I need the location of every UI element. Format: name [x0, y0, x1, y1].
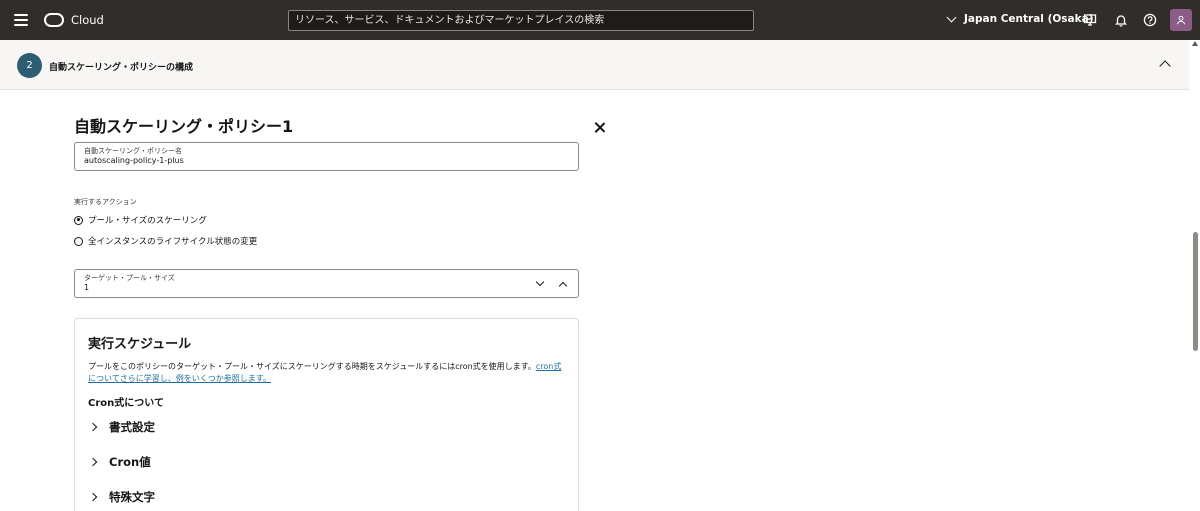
- menu-icon[interactable]: [14, 14, 28, 26]
- step-title: 自動スケーリング・ポリシーの構成: [49, 63, 194, 73]
- developer-tools-icon[interactable]: [1082, 12, 1098, 28]
- chevron-right-icon: [88, 492, 98, 502]
- policy-name-value[interactable]: autoscaling-policy-1-plus: [84, 156, 184, 165]
- target-pool-size-field[interactable]: ターゲット・プール・サイズ 1: [74, 269, 579, 298]
- oracle-logo[interactable]: [44, 13, 64, 27]
- accordion-label: 特殊文字: [109, 490, 155, 504]
- policy-name-label: 自動スケーリング・ポリシー名: [84, 147, 182, 155]
- action-label: 実行するアクション: [74, 198, 137, 206]
- user-icon: [1176, 15, 1186, 25]
- search-input[interactable]: リソース、サービス、ドキュメントおよびマーケットプレイスの検索: [288, 10, 754, 31]
- radio-button[interactable]: [74, 236, 83, 246]
- bell-icon[interactable]: [1113, 12, 1129, 28]
- radio-change-lifecycle-state[interactable]: 全インスタンスのライフサイクル状態の変更: [74, 235, 257, 247]
- region-selector[interactable]: Japan Central (Osaka): [944, 12, 1094, 25]
- scrollbar-thumb[interactable]: [1193, 232, 1198, 351]
- radio-label: 全インスタンスのライフサイクル状態の変更: [88, 237, 258, 247]
- chevron-right-icon: [88, 422, 98, 432]
- top-navigation-bar: Cloud リソース、サービス、ドキュメントおよびマーケットプレイスの検索 Ja…: [0, 0, 1200, 40]
- chevron-down-icon: [946, 12, 957, 23]
- radio-label: プール・サイズのスケーリング: [88, 216, 207, 226]
- chevron-right-icon: [88, 457, 98, 467]
- step-header[interactable]: 2 自動スケーリング・ポリシーの構成: [0, 40, 1189, 90]
- accordion-cron-values[interactable]: Cron値: [88, 454, 151, 470]
- target-pool-size-label: ターゲット・プール・サイズ: [84, 274, 175, 282]
- radio-button-selected[interactable]: [74, 215, 83, 225]
- region-label: Japan Central (Osaka): [964, 13, 1094, 25]
- help-icon[interactable]: [1142, 12, 1158, 28]
- scroll-up-arrow[interactable]: [1192, 41, 1198, 46]
- policy-title: 自動スケーリング・ポリシー1: [74, 117, 294, 136]
- user-avatar[interactable]: [1170, 9, 1192, 31]
- accordion-label: Cron値: [109, 455, 151, 469]
- chevron-up-icon[interactable]: [1159, 60, 1171, 72]
- close-icon[interactable]: [593, 121, 606, 134]
- cron-about-heading: Cron式について: [88, 398, 164, 409]
- schedule-title: 実行スケジュール: [88, 337, 192, 352]
- schedule-description: プールをこのポリシーのターゲット・プール・サイズにスケーリングする時期をスケジュ…: [88, 361, 568, 385]
- accordion-label: 書式設定: [109, 420, 155, 434]
- accordion-formatting[interactable]: 書式設定: [88, 419, 155, 435]
- schedule-card: 実行スケジュール プールをこのポリシーのターゲット・プール・サイズにスケーリング…: [74, 318, 579, 511]
- step-number: 2: [17, 53, 42, 78]
- policy-name-field[interactable]: 自動スケーリング・ポリシー名 autoscaling-policy-1-plus: [74, 142, 579, 171]
- radio-scale-pool-size[interactable]: プール・サイズのスケーリング: [74, 214, 207, 226]
- brand-name[interactable]: Cloud: [71, 13, 104, 27]
- accordion-special-characters[interactable]: 特殊文字: [88, 489, 155, 505]
- target-pool-size-value[interactable]: 1: [84, 283, 89, 292]
- schedule-description-text: プールをこのポリシーのターゲット・プール・サイズにスケーリングする時期をスケジュ…: [88, 362, 536, 371]
